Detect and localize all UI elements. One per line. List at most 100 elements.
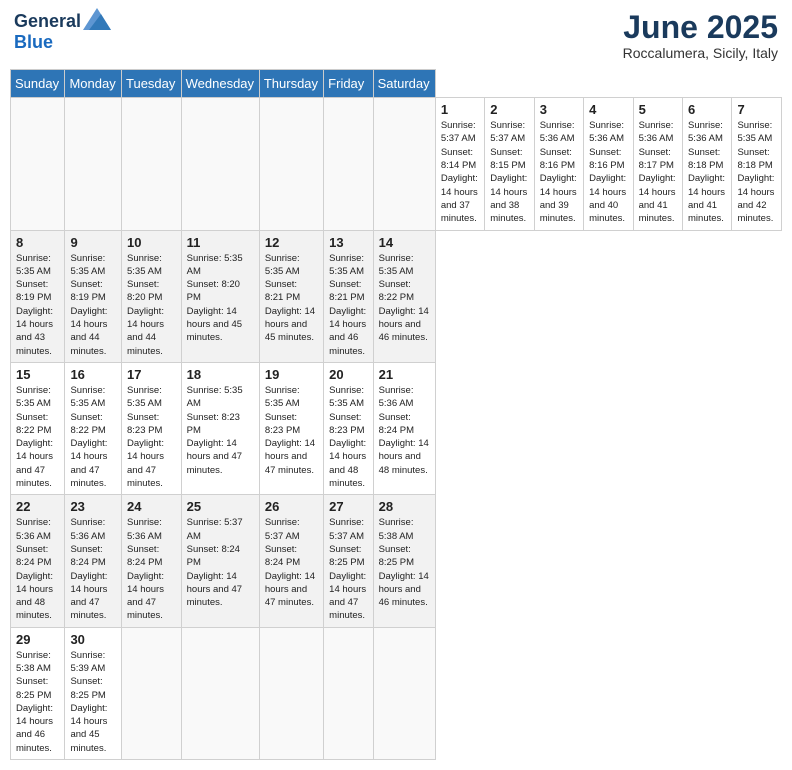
calendar-cell: 23 Sunrise: 5:36 AMSunset: 8:24 PMDayligh… [65, 495, 122, 627]
day-number: 18 [187, 367, 254, 382]
calendar-cell [181, 98, 259, 230]
day-number: 2 [490, 102, 528, 117]
calendar-cell [122, 98, 182, 230]
day-number: 28 [379, 499, 430, 514]
logo-icon [83, 8, 111, 30]
day-detail: Sunrise: 5:35 AMSunset: 8:23 PMDaylight:… [265, 384, 318, 477]
logo: General Blue [14, 10, 111, 53]
calendar-cell: 20 Sunrise: 5:35 AMSunset: 8:23 PMDayligh… [324, 362, 373, 494]
day-detail: Sunrise: 5:36 AMSunset: 8:17 PMDaylight:… [639, 119, 677, 225]
weekday-header-thursday: Thursday [259, 70, 323, 98]
day-detail: Sunrise: 5:35 AMSunset: 8:20 PMDaylight:… [187, 252, 254, 345]
weekday-header-tuesday: Tuesday [122, 70, 182, 98]
day-detail: Sunrise: 5:35 AMSunset: 8:23 PMDaylight:… [187, 384, 254, 477]
day-number: 14 [379, 235, 430, 250]
day-detail: Sunrise: 5:35 AMSunset: 8:21 PMDaylight:… [265, 252, 318, 345]
calendar-cell [373, 98, 435, 230]
day-detail: Sunrise: 5:36 AMSunset: 8:16 PMDaylight:… [589, 119, 627, 225]
day-number: 24 [127, 499, 176, 514]
day-number: 17 [127, 367, 176, 382]
calendar-cell: 14 Sunrise: 5:35 AMSunset: 8:22 PMDayligh… [373, 230, 435, 362]
day-number: 21 [379, 367, 430, 382]
day-number: 12 [265, 235, 318, 250]
day-number: 9 [70, 235, 116, 250]
day-detail: Sunrise: 5:35 AMSunset: 8:18 PMDaylight:… [737, 119, 776, 225]
calendar-cell: 13 Sunrise: 5:35 AMSunset: 8:21 PMDayligh… [324, 230, 373, 362]
day-number: 7 [737, 102, 776, 117]
day-detail: Sunrise: 5:36 AMSunset: 8:24 PMDaylight:… [379, 384, 430, 477]
month-title: June 2025 [623, 10, 778, 45]
calendar-cell: 18 Sunrise: 5:35 AMSunset: 8:23 PMDayligh… [181, 362, 259, 494]
day-number: 11 [187, 235, 254, 250]
day-number: 15 [16, 367, 59, 382]
day-number: 19 [265, 367, 318, 382]
title-block: June 2025 Roccalumera, Sicily, Italy [623, 10, 778, 61]
calendar-cell: 3 Sunrise: 5:36 AMSunset: 8:16 PMDaylight… [534, 98, 583, 230]
day-number: 10 [127, 235, 176, 250]
day-number: 25 [187, 499, 254, 514]
calendar-cell: 28 Sunrise: 5:38 AMSunset: 8:25 PMDayligh… [373, 495, 435, 627]
calendar-cell [11, 98, 65, 230]
calendar-cell: 27Sunrise: 5:37 AMSunset: 8:25 PMDayligh… [324, 495, 373, 627]
day-number: 23 [70, 499, 116, 514]
calendar-cell: 16 Sunrise: 5:35 AMSunset: 8:22 PMDayligh… [65, 362, 122, 494]
day-detail: Sunrise: 5:35 AMSunset: 8:22 PMDaylight:… [70, 384, 116, 490]
day-detail: Sunrise: 5:37 AMSunset: 8:15 PMDaylight:… [490, 119, 528, 225]
calendar-cell [259, 627, 323, 759]
calendar-cell: 29Sunrise: 5:38 AMSunset: 8:25 PMDayligh… [11, 627, 65, 759]
day-number: 20 [329, 367, 367, 382]
day-detail: Sunrise: 5:36 AMSunset: 8:16 PMDaylight:… [540, 119, 578, 225]
day-detail: Sunrise: 5:35 AMSunset: 8:19 PMDaylight:… [16, 252, 59, 358]
day-number: 13 [329, 235, 367, 250]
day-detail: Sunrise: 5:35 AMSunset: 8:21 PMDaylight:… [329, 252, 367, 358]
calendar-cell: 25Sunrise: 5:37 AMSunset: 8:24 PMDayligh… [181, 495, 259, 627]
day-number: 16 [70, 367, 116, 382]
calendar-cell: 2 Sunrise: 5:37 AMSunset: 8:15 PMDaylight… [485, 98, 534, 230]
day-number: 30 [70, 632, 116, 647]
calendar-cell: 21 Sunrise: 5:36 AMSunset: 8:24 PMDayligh… [373, 362, 435, 494]
weekday-header-friday: Friday [324, 70, 373, 98]
calendar-cell: 22 Sunrise: 5:36 AMSunset: 8:24 PMDayligh… [11, 495, 65, 627]
calendar-cell: 17 Sunrise: 5:35 AMSunset: 8:23 PMDayligh… [122, 362, 182, 494]
day-detail: Sunrise: 5:37 AMSunset: 8:14 PMDaylight:… [441, 119, 479, 225]
calendar-cell: 6Sunrise: 5:36 AMSunset: 8:18 PMDaylight… [683, 98, 732, 230]
weekday-header-sunday: Sunday [11, 70, 65, 98]
day-number: 3 [540, 102, 578, 117]
day-detail: Sunrise: 5:36 AMSunset: 8:24 PMDaylight:… [70, 516, 116, 622]
day-number: 4 [589, 102, 627, 117]
calendar-cell [122, 627, 182, 759]
day-detail: Sunrise: 5:39 AMSunset: 8:25 PMDaylight:… [70, 649, 116, 755]
calendar-cell [181, 627, 259, 759]
day-detail: Sunrise: 5:36 AMSunset: 8:24 PMDaylight:… [127, 516, 176, 622]
calendar-cell: 10 Sunrise: 5:35 AMSunset: 8:20 PMDayligh… [122, 230, 182, 362]
day-detail: Sunrise: 5:36 AMSunset: 8:24 PMDaylight:… [16, 516, 59, 622]
day-detail: Sunrise: 5:37 AMSunset: 8:24 PMDaylight:… [265, 516, 318, 609]
calendar-cell [259, 98, 323, 230]
calendar-cell: 5Sunrise: 5:36 AMSunset: 8:17 PMDaylight… [633, 98, 682, 230]
calendar-table: SundayMondayTuesdayWednesdayThursdayFrid… [10, 69, 782, 760]
calendar-cell: 9 Sunrise: 5:35 AMSunset: 8:19 PMDaylight… [65, 230, 122, 362]
logo-general: General [14, 11, 81, 32]
calendar-cell: 30 Sunrise: 5:39 AMSunset: 8:25 PMDayligh… [65, 627, 122, 759]
day-number: 27 [329, 499, 367, 514]
day-detail: Sunrise: 5:35 AMSunset: 8:23 PMDaylight:… [329, 384, 367, 490]
weekday-header-saturday: Saturday [373, 70, 435, 98]
calendar-cell: 15 Sunrise: 5:35 AMSunset: 8:22 PMDayligh… [11, 362, 65, 494]
calendar-cell: 12 Sunrise: 5:35 AMSunset: 8:21 PMDayligh… [259, 230, 323, 362]
day-detail: Sunrise: 5:35 AMSunset: 8:19 PMDaylight:… [70, 252, 116, 358]
calendar-cell: 24 Sunrise: 5:36 AMSunset: 8:24 PMDayligh… [122, 495, 182, 627]
calendar-cell: 19 Sunrise: 5:35 AMSunset: 8:23 PMDayligh… [259, 362, 323, 494]
day-detail: Sunrise: 5:35 AMSunset: 8:22 PMDaylight:… [379, 252, 430, 345]
day-detail: Sunrise: 5:36 AMSunset: 8:18 PMDaylight:… [688, 119, 726, 225]
day-number: 26 [265, 499, 318, 514]
calendar-cell: 11 Sunrise: 5:35 AMSunset: 8:20 PMDayligh… [181, 230, 259, 362]
day-detail: Sunrise: 5:35 AMSunset: 8:23 PMDaylight:… [127, 384, 176, 490]
day-detail: Sunrise: 5:35 AMSunset: 8:20 PMDaylight:… [127, 252, 176, 358]
day-number: 29 [16, 632, 59, 647]
location-title: Roccalumera, Sicily, Italy [623, 45, 778, 61]
day-detail: Sunrise: 5:35 AMSunset: 8:22 PMDaylight:… [16, 384, 59, 490]
calendar-cell: 8 Sunrise: 5:35 AMSunset: 8:19 PMDaylight… [11, 230, 65, 362]
day-detail: Sunrise: 5:38 AMSunset: 8:25 PMDaylight:… [379, 516, 430, 609]
day-number: 8 [16, 235, 59, 250]
day-number: 22 [16, 499, 59, 514]
